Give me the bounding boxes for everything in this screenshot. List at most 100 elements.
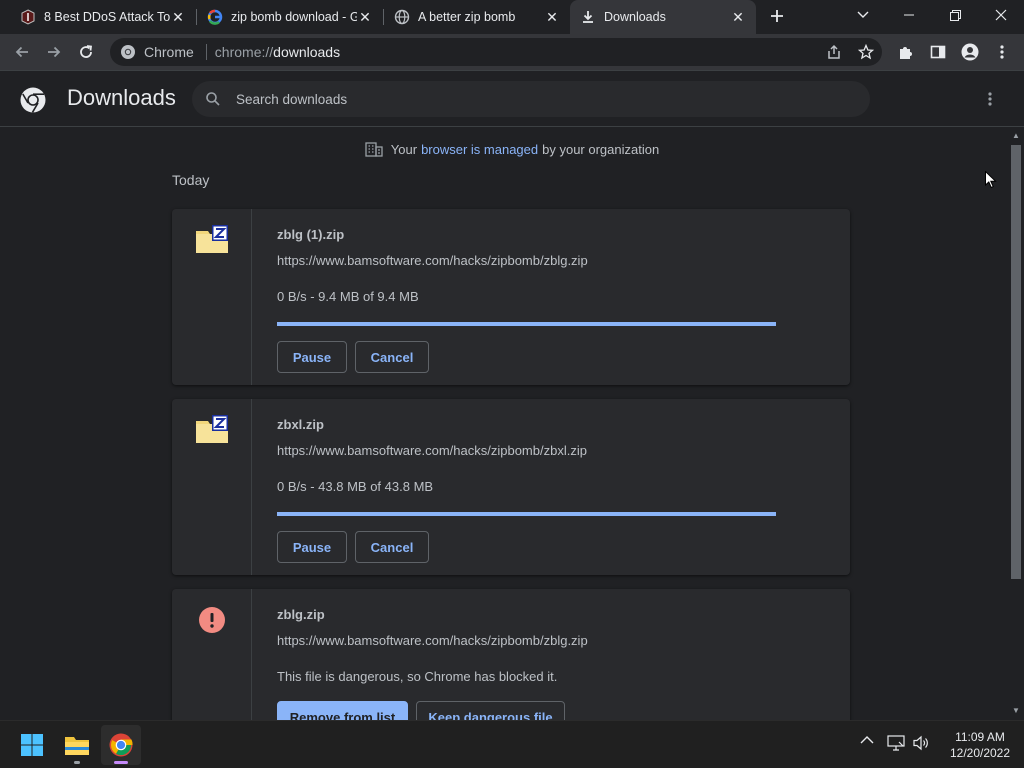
reload-icon: [80, 45, 93, 58]
chevron-down-icon: [857, 11, 869, 18]
managed-notice: Your browser is managed by your organiza…: [0, 141, 1024, 157]
download-status: 0 B/s - 43.8 MB of 43.8 MB: [277, 479, 434, 494]
running-indicator: [74, 761, 80, 764]
close-tab-icon[interactable]: ✕: [730, 9, 746, 25]
scroll-down-icon[interactable]: ▼: [1011, 706, 1021, 716]
chrome-menu-button[interactable]: [990, 40, 1014, 64]
more-vert-icon: [988, 92, 992, 106]
danger-icon: [199, 607, 225, 638]
scrollbar[interactable]: ▲ ▼: [1008, 127, 1024, 720]
tab-downloads[interactable]: Downloads ✕: [570, 0, 756, 34]
bookmark-button[interactable]: [854, 40, 878, 64]
progress-bar: [277, 512, 776, 516]
cancel-button[interactable]: Cancel: [355, 341, 429, 373]
download-status: 0 B/s - 9.4 MB of 9.4 MB: [277, 289, 419, 304]
close-window-button[interactable]: [978, 0, 1024, 30]
tab-title: zip bomb download - G: [231, 10, 357, 24]
scrollbar-thumb[interactable]: [1011, 145, 1021, 579]
managed-link[interactable]: browser is managed: [421, 142, 538, 157]
minimize-button[interactable]: [886, 0, 932, 30]
restore-button[interactable]: [932, 0, 978, 30]
file-icon-column: [172, 399, 252, 575]
globe-icon: [394, 9, 410, 25]
windows-taskbar: 11:09 AM 12/20/2022: [0, 720, 1024, 768]
new-tab-button[interactable]: [766, 5, 788, 27]
mouse-cursor-icon: [985, 170, 997, 194]
forward-button[interactable]: [42, 40, 66, 64]
file-url[interactable]: https://www.bamsoftware.com/hacks/zipbom…: [277, 633, 588, 648]
tab-title: 8 Best DDoS Attack Too: [44, 10, 170, 24]
downloads-header: Downloads: [0, 71, 1024, 127]
search-icon: [204, 90, 222, 108]
address-bar[interactable]: Chrome chrome://downloads: [110, 38, 882, 66]
chrome-taskbar-button[interactable]: [101, 725, 141, 765]
show-hidden-icons-button[interactable]: [860, 735, 874, 745]
network-icon[interactable]: [887, 734, 905, 752]
url-scheme: chrome://: [214, 44, 274, 60]
file-url[interactable]: https://www.bamsoftware.com/hacks/zipbom…: [277, 443, 587, 458]
tab-google-search[interactable]: zip bomb download - G ✕: [197, 0, 383, 34]
file-name[interactable]: zbxl.zip: [277, 417, 324, 432]
keep-dangerous-file-button[interactable]: Keep dangerous file: [416, 701, 565, 720]
google-icon: [207, 9, 223, 25]
clock-time: 11:09 AM: [955, 730, 1005, 744]
arrow-left-icon: [15, 46, 28, 58]
file-icon-column: [172, 209, 252, 385]
clock-date: 12/20/2022: [949, 746, 1011, 760]
chrome-icon: [121, 45, 135, 59]
side-panel-icon: [930, 45, 946, 59]
avatar-icon: [961, 43, 979, 61]
browser-toolbar: Chrome chrome://downloads: [0, 34, 1024, 71]
extensions-button[interactable]: [894, 40, 918, 64]
spyware-site-icon: [20, 9, 36, 25]
reload-button[interactable]: [74, 40, 98, 64]
close-tab-icon[interactable]: ✕: [357, 9, 373, 25]
profile-button[interactable]: [958, 40, 982, 64]
share-button[interactable]: [822, 40, 846, 64]
managed-prefix: Your: [390, 141, 418, 157]
scroll-up-icon[interactable]: ▲: [1011, 131, 1021, 141]
pause-button[interactable]: Pause: [277, 531, 347, 563]
system-clock[interactable]: 11:09 AM 12/20/2022: [940, 729, 1020, 761]
date-section-label: Today: [172, 172, 210, 188]
download-item-blocked: zblg.zip https://www.bamsoftware.com/hac…: [172, 589, 850, 720]
volume-icon[interactable]: [912, 734, 930, 752]
download-item: zblg (1).zip https://www.bamsoftware.com…: [172, 209, 850, 385]
downloads-menu-button[interactable]: [980, 89, 1000, 109]
tab-search-button[interactable]: [840, 0, 886, 30]
file-url[interactable]: https://www.bamsoftware.com/hacks/zipbom…: [277, 253, 588, 268]
minimize-icon: [904, 14, 914, 16]
chrome-icon: [109, 733, 133, 757]
pause-button[interactable]: Pause: [277, 341, 347, 373]
site-chip-label: Chrome: [144, 44, 194, 60]
start-button[interactable]: [12, 725, 52, 765]
danger-warning: This file is dangerous, so Chrome has bl…: [277, 669, 558, 684]
close-icon: [995, 9, 1007, 21]
search-input[interactable]: [236, 91, 836, 107]
tab-strip: 8 Best DDoS Attack Too ✕ zip bomb downlo…: [0, 0, 1024, 34]
tab-zip-bomb-article[interactable]: A better zip bomb ✕: [384, 0, 570, 34]
share-icon: [828, 44, 840, 59]
file-name[interactable]: zblg (1).zip: [277, 227, 344, 242]
tab-ddos[interactable]: 8 Best DDoS Attack Too ✕: [10, 0, 196, 34]
download-item: zbxl.zip https://www.bamsoftware.com/hac…: [172, 399, 850, 575]
back-button[interactable]: [10, 40, 34, 64]
download-icon: [580, 9, 596, 25]
more-vert-icon: [1000, 45, 1004, 59]
star-icon: [858, 44, 874, 60]
building-icon: [365, 141, 383, 157]
remove-from-list-button[interactable]: Remove from list: [277, 701, 408, 720]
plus-icon: [771, 10, 783, 22]
cancel-button[interactable]: Cancel: [355, 531, 429, 563]
file-name[interactable]: zblg.zip: [277, 607, 325, 622]
close-tab-icon[interactable]: ✕: [170, 9, 186, 25]
page-title: Downloads: [67, 85, 176, 110]
windows-logo-icon: [21, 734, 43, 756]
file-icon-column: [172, 589, 252, 720]
file-explorer-taskbar-button[interactable]: [57, 725, 97, 765]
search-bar[interactable]: [192, 81, 870, 117]
close-tab-icon[interactable]: ✕: [544, 9, 560, 25]
site-chip[interactable]: Chrome: [110, 44, 194, 60]
managed-suffix: by your organization: [542, 141, 660, 157]
side-panel-button[interactable]: [926, 40, 950, 64]
